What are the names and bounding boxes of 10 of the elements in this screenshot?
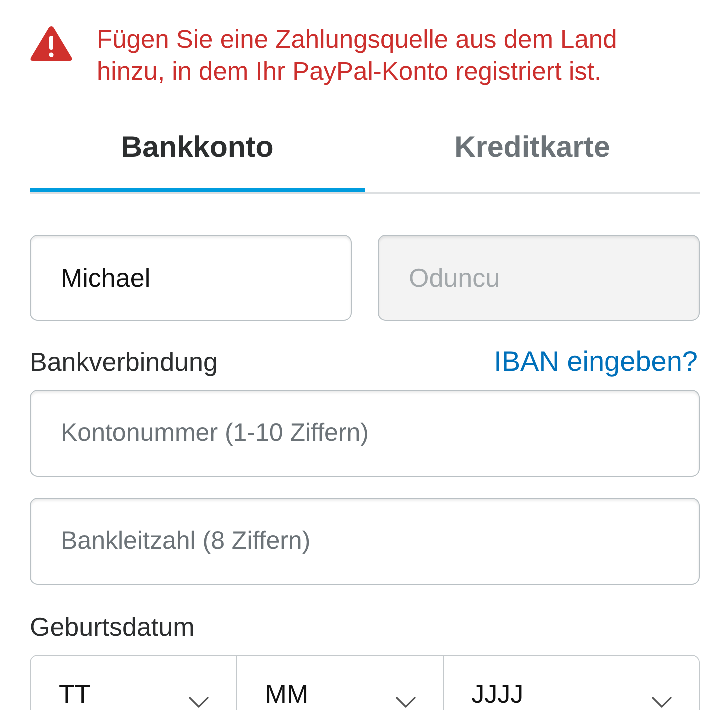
name-field[interactable]: Michael <box>30 235 352 321</box>
tab[interactable]: Bankkonto <box>30 108 365 192</box>
tab[interactable]: Kreditkarte <box>365 108 700 192</box>
error-message: Fügen Sie eine Zahlungsquelle aus dem Land hinzu, in dem Ihr PayPal-Konto registriert ist. <box>97 25 618 88</box>
input-field[interactable]: Bankleitzahl (8 Ziffern) <box>30 498 700 585</box>
section-label: Geburtsdatum <box>30 612 196 642</box>
input-field[interactable]: Kontonummer (1-10 Ziffern) <box>30 390 700 477</box>
section-label: Bankverbindung <box>30 347 218 377</box>
warning-icon <box>30 25 73 62</box>
iban-link[interactable]: IBAN eingeben? <box>494 347 698 377</box>
